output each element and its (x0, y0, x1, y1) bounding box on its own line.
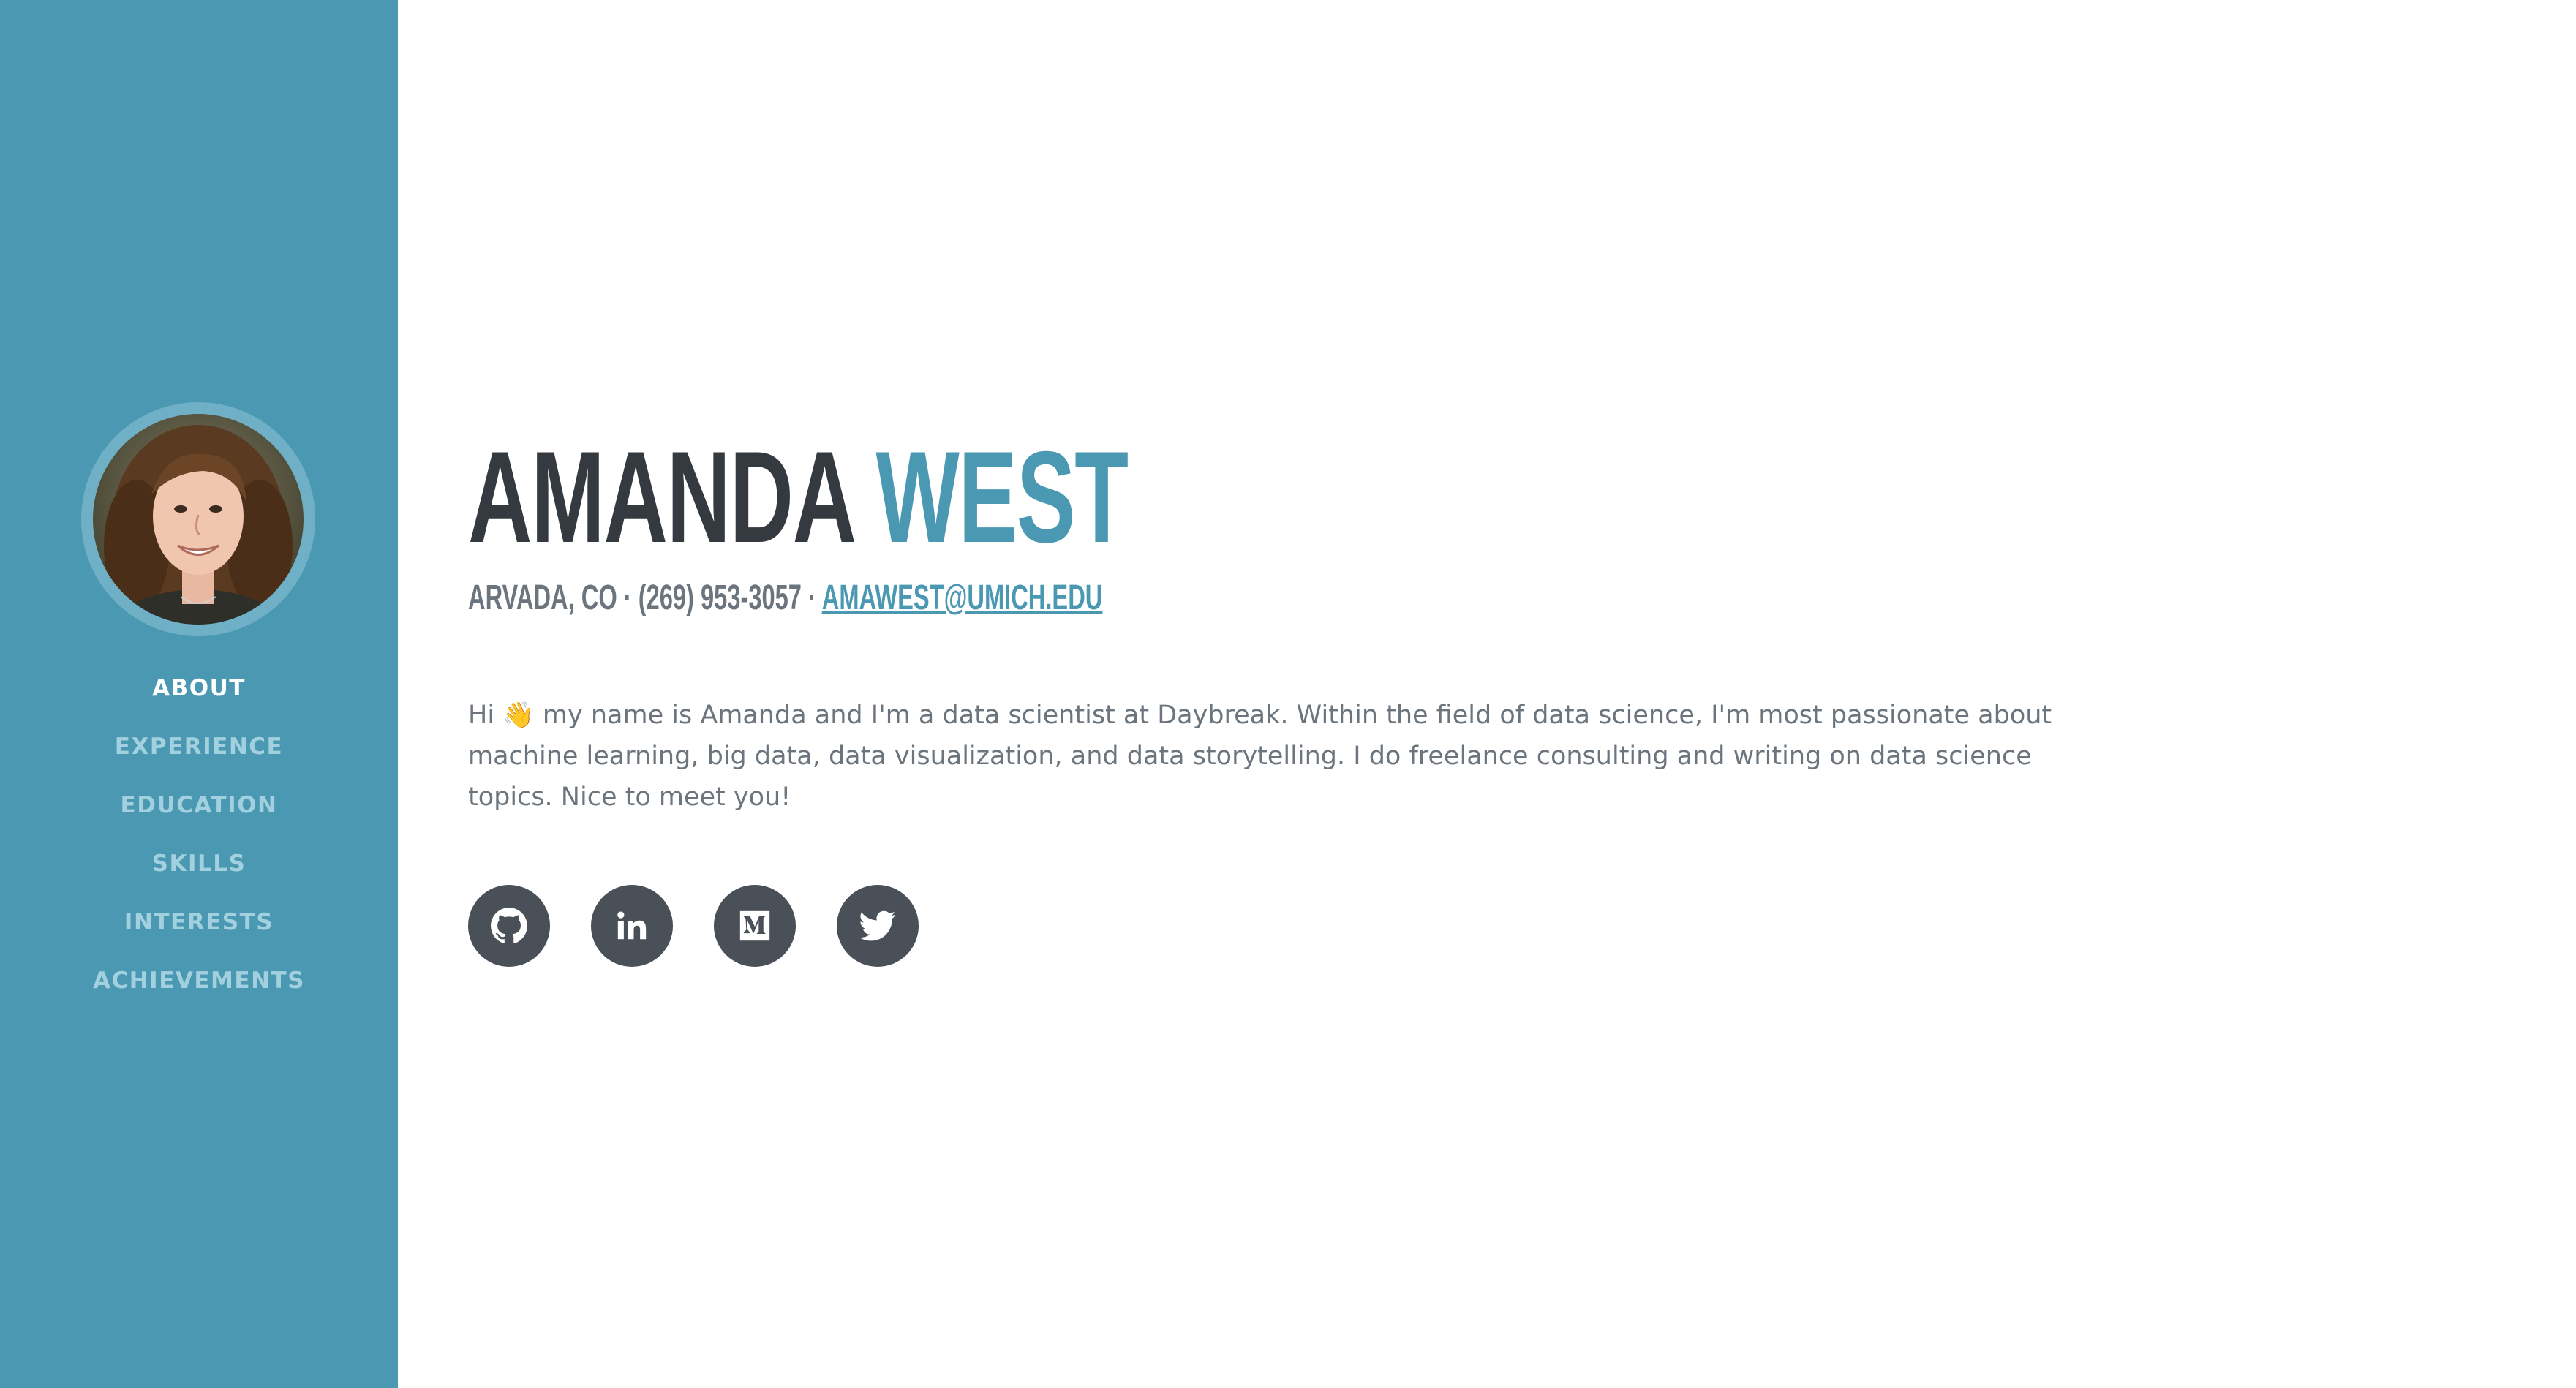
main-content: AMANDA WEST ARVADA, CO · (269) 953-3057 … (468, 0, 2150, 1388)
github-button[interactable] (468, 885, 550, 967)
github-icon (491, 908, 527, 943)
avatar (93, 414, 304, 625)
separator: · (808, 578, 816, 617)
contact-line: ARVADA, CO · (269) 953-3057 · AMAWEST@UM… (468, 576, 1102, 620)
nav-item-about[interactable]: ABOUT (0, 673, 398, 731)
nav-item-interests[interactable]: INTERESTS (0, 907, 398, 965)
sidebar: ABOUT EXPERIENCE EDUCATION SKILLS INTERE… (0, 0, 398, 1388)
linkedin-icon (617, 911, 647, 940)
last-name: WEST (875, 424, 1129, 570)
medium-icon (739, 910, 770, 941)
wave-emoji: 👋 (502, 701, 535, 730)
avatar-ring (81, 402, 315, 636)
email-link[interactable]: AMAWEST@UMICH.EDU (822, 578, 1103, 617)
first-name: AMANDA (468, 424, 854, 570)
greeting: Hi (468, 701, 495, 730)
about-body: my name is Amanda and I'm a data scienti… (468, 701, 2052, 812)
about-text: Hi 👋 my name is Amanda and I'm a data sc… (468, 695, 2106, 818)
nav-item-achievements[interactable]: ACHIEVEMENTS (0, 965, 398, 1024)
medium-button[interactable] (714, 885, 796, 967)
nav-item-experience[interactable]: EXPERIENCE (0, 731, 398, 790)
location: ARVADA, CO (468, 578, 617, 617)
sidebar-nav: ABOUT EXPERIENCE EDUCATION SKILLS INTERE… (0, 673, 398, 1024)
page: ABOUT EXPERIENCE EDUCATION SKILLS INTERE… (0, 0, 2576, 1388)
page-title: AMANDA WEST (468, 431, 1129, 563)
social-links (468, 885, 919, 967)
twitter-button[interactable] (837, 885, 919, 967)
nav-item-education[interactable]: EDUCATION (0, 790, 398, 848)
twitter-icon (859, 910, 896, 941)
phone: (269) 953-3057 (638, 578, 802, 617)
nav-item-skills[interactable]: SKILLS (0, 848, 398, 907)
profile-photo (93, 414, 304, 625)
separator: · (623, 578, 632, 617)
linkedin-button[interactable] (591, 885, 673, 967)
